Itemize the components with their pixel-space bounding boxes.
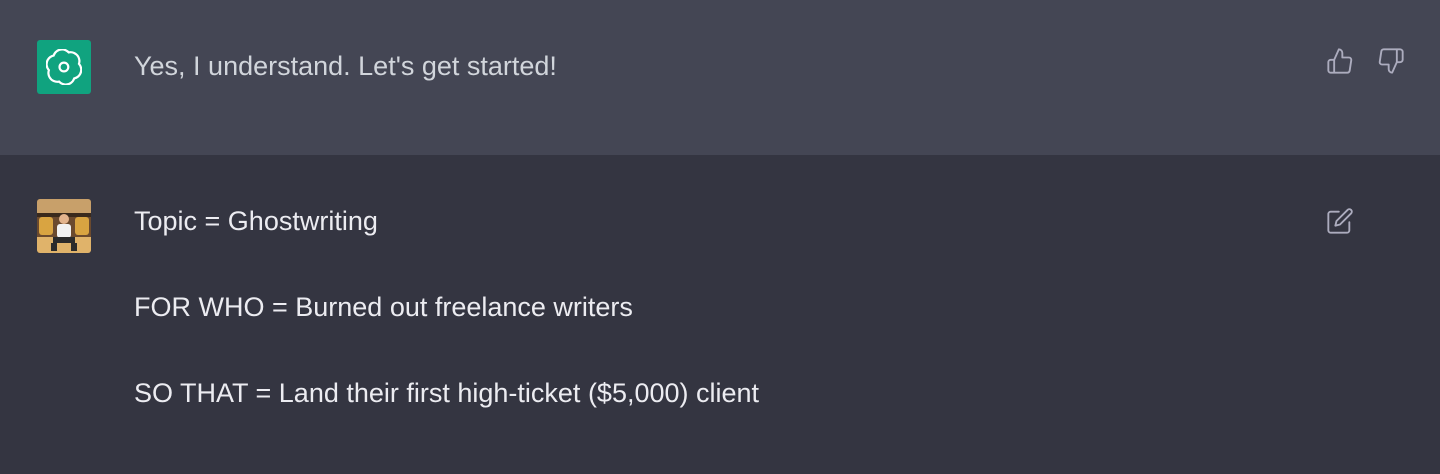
assistant-message-row: Yes, I understand. Let's get started! [0, 0, 1440, 155]
user-message-line: SO THAT = Land their first high-ticket (… [134, 378, 760, 408]
edit-icon[interactable] [1325, 206, 1355, 236]
thumbs-up-icon[interactable] [1325, 46, 1355, 76]
user-message-line: FOR WHO = Burned out freelance writers [134, 292, 633, 322]
user-photo-avatar [37, 199, 91, 253]
openai-logo-icon [37, 40, 91, 94]
user-message-line: Topic = Ghostwriting [134, 206, 378, 236]
thumbs-down-icon[interactable] [1376, 46, 1406, 76]
user-message-row: Topic = Ghostwriting FOR WHO = Burned ou… [0, 155, 1440, 474]
assistant-message-text: Yes, I understand. Let's get started! [134, 51, 557, 81]
